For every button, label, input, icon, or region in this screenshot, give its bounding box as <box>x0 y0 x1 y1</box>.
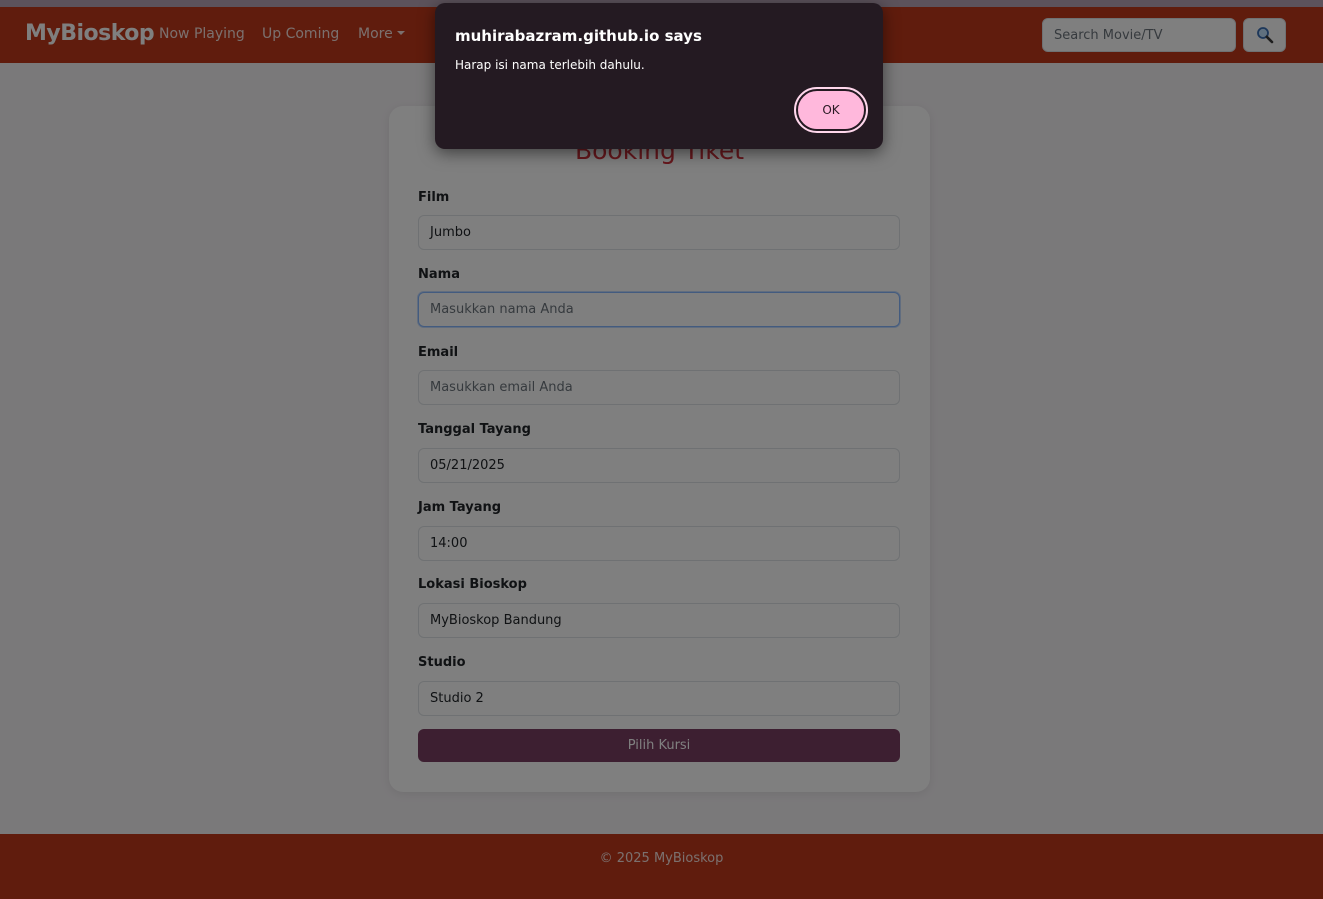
dialog-message: Harap isi nama terlebih dahulu. <box>455 58 645 72</box>
dialog-title: muhirabazram.github.io says <box>455 27 702 45</box>
dialog-ok-button[interactable]: OK <box>794 87 868 133</box>
